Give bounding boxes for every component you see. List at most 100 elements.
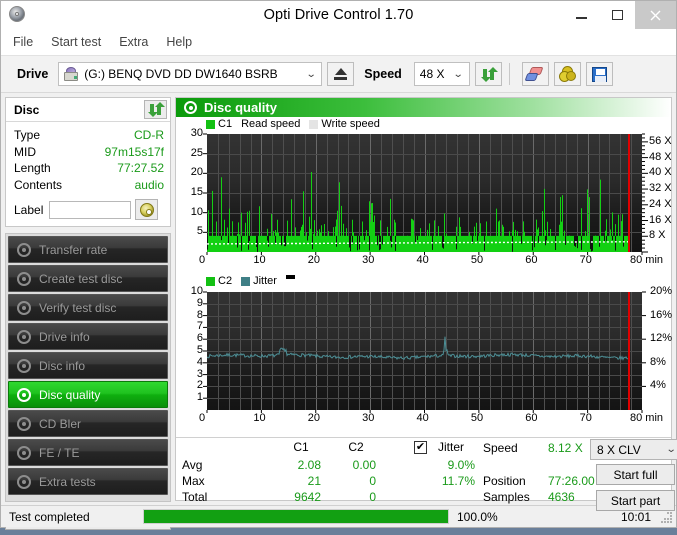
c2-y-tick: 9 — [196, 296, 203, 309]
c1-x-tick: 10 — [253, 254, 266, 266]
quality-button[interactable] — [553, 62, 581, 86]
main-panel-header: Disc quality — [176, 98, 671, 117]
disc-row-key: Length — [14, 161, 51, 175]
menu-file[interactable]: File — [13, 35, 33, 49]
save-button[interactable] — [585, 62, 613, 86]
toolbar: Drive (G:) BENQ DVD DD DW1640 BSRB ⌄ Spe… — [1, 55, 676, 93]
c1-x-tick: 40 — [416, 254, 429, 266]
window-title: Opti Drive Control 1.70 — [263, 7, 414, 23]
sidebar-item-create-test-disc[interactable]: Create test disc — [8, 265, 168, 292]
disc-icon — [17, 474, 31, 489]
stats-col-c1: C1 — [293, 440, 309, 454]
resize-grip[interactable] — [659, 510, 673, 524]
c2-x-tick: 50 — [470, 412, 484, 424]
chevron-down-icon: ⌄ — [665, 444, 677, 455]
c1-x-tick: 50 — [470, 254, 484, 266]
menu-start-test[interactable]: Start test — [51, 35, 101, 49]
stats-col-jitter: Jitter — [438, 440, 465, 454]
c1-y-tick: 10 — [190, 205, 203, 218]
main-panel: Disc quality C1 Read speed Write speed 5… — [175, 97, 677, 511]
sidebar-item-label: Verify test disc — [39, 300, 117, 315]
disc-icon — [17, 358, 31, 373]
legend-swatch-jitter — [241, 276, 251, 286]
disc-label-button[interactable] — [135, 199, 159, 220]
legend-swatch-c1 — [206, 119, 215, 129]
speed-mode-select[interactable]: 8 X CLV ⌄ — [590, 439, 677, 460]
sidebar-item-label: FE / TE — [39, 445, 80, 460]
eject-button[interactable] — [327, 62, 355, 86]
sidebar-item-label: Drive info — [39, 329, 90, 344]
sidebar-item-cd-bler[interactable]: CD Bler — [8, 410, 168, 437]
c1-speed-tick: 24 X — [649, 197, 672, 210]
status-bar: Test completed 100.0% 10:01 — [1, 505, 676, 527]
c2-x-tick: 0 — [199, 412, 206, 424]
elapsed-time: 10:01 — [620, 509, 651, 524]
sidebar-item-label: Transfer rate — [39, 242, 108, 257]
progress-percent: 100.0% — [457, 509, 498, 524]
sidebar-item-verify-test-disc[interactable]: Verify test disc — [8, 294, 168, 321]
c1-speed-tick: 56 X — [649, 134, 672, 147]
start-full-button[interactable]: Start full — [596, 464, 675, 485]
floppy-disk-icon — [591, 66, 607, 82]
c1-speed-tick: 40 X — [649, 166, 672, 179]
sidebar-item-fe-te[interactable]: FE / TE — [8, 439, 168, 466]
c2-y-tick: 6 — [196, 332, 203, 345]
speed-mode-value: 8 X CLV — [597, 442, 641, 457]
disc-row-length: Length 77:27.52 — [14, 160, 164, 177]
c2-x-tick: 40 — [416, 412, 429, 424]
disc-panel-title: Disc — [14, 102, 40, 117]
disc-icon — [17, 271, 31, 286]
eject-icon — [334, 68, 348, 80]
disc-row-value: 77:27.52 — [117, 161, 164, 175]
drive-label: Drive — [17, 67, 49, 81]
sidebar: Disc Type CD-R MID 97m15s17f Length 77:2… — [5, 97, 171, 530]
status-text: Test completed — [9, 509, 90, 524]
disc-row-mid: MID 97m15s17f — [14, 144, 164, 161]
c2-y-tick: 7 — [196, 320, 203, 333]
position-label: Position — [483, 474, 526, 488]
menu-extra[interactable]: Extra — [119, 35, 148, 49]
sidebar-item-label: CD Bler — [39, 416, 82, 431]
c1-y-tick: 15 — [190, 186, 203, 198]
drive-select[interactable]: (G:) BENQ DVD DD DW1640 BSRB ⌄ — [58, 62, 323, 86]
disc-row-type: Type CD-R — [14, 127, 164, 144]
legend-swatch-write-speed — [309, 119, 319, 129]
samples-value: 4636 — [548, 490, 575, 504]
menu-help[interactable]: Help — [166, 35, 192, 49]
speed-select[interactable]: 48 X ⌄ — [413, 62, 470, 86]
disc-icon — [17, 329, 31, 344]
disc-icon — [184, 101, 197, 114]
sidebar-item-extra-tests[interactable]: Extra tests — [8, 468, 168, 495]
refresh-button[interactable] — [474, 62, 502, 86]
c2-plot-area — [207, 292, 642, 410]
start-part-button[interactable]: Start part — [596, 490, 675, 511]
c1-chart-legend: C1 Read speed Write speed — [206, 118, 389, 130]
sidebar-item-disc-quality[interactable]: Disc quality — [8, 381, 168, 408]
erase-button[interactable] — [521, 62, 549, 86]
sidebar-item-drive-info[interactable]: Drive info — [8, 323, 168, 350]
sidebar-item-disc-info[interactable]: Disc info — [8, 352, 168, 379]
cd-icon — [139, 202, 154, 217]
c2-y-tick: 8 — [196, 308, 203, 321]
c2-x-tick: 70 — [579, 412, 592, 424]
legend-marker — [285, 275, 295, 279]
stats-row-avg-label: Avg — [182, 458, 203, 472]
sidebar-item-label: Create test disc — [39, 271, 123, 286]
test-nav-list: Transfer rate Create test disc Verify te… — [5, 233, 171, 502]
toolbar-separator — [508, 63, 510, 85]
stats-avg-c1: 2.08 — [297, 458, 321, 472]
stats-col-c2: C2 — [348, 440, 364, 454]
disc-label-input[interactable] — [49, 200, 132, 219]
sidebar-item-transfer-rate[interactable]: Transfer rate — [8, 236, 168, 263]
stats-total-c2: 0 — [369, 490, 376, 504]
disc-properties: Type CD-R MID 97m15s17f Length 77:27.52 … — [6, 122, 170, 197]
menu-bar: File Start test Extra Help — [1, 29, 676, 55]
jitter-checkbox[interactable]: ✔ — [414, 441, 427, 454]
c1-speed-tick: 16 X — [649, 213, 672, 226]
disc-row-contents: Contents audio — [14, 177, 164, 194]
legend-label-read-speed: Read speed — [241, 118, 301, 130]
stats-total-c1: 9642 — [294, 490, 321, 504]
legend-label-write-speed: Write speed — [321, 118, 380, 130]
disc-refresh-button[interactable] — [144, 100, 167, 119]
c1-x-tick: 30 — [362, 254, 375, 266]
